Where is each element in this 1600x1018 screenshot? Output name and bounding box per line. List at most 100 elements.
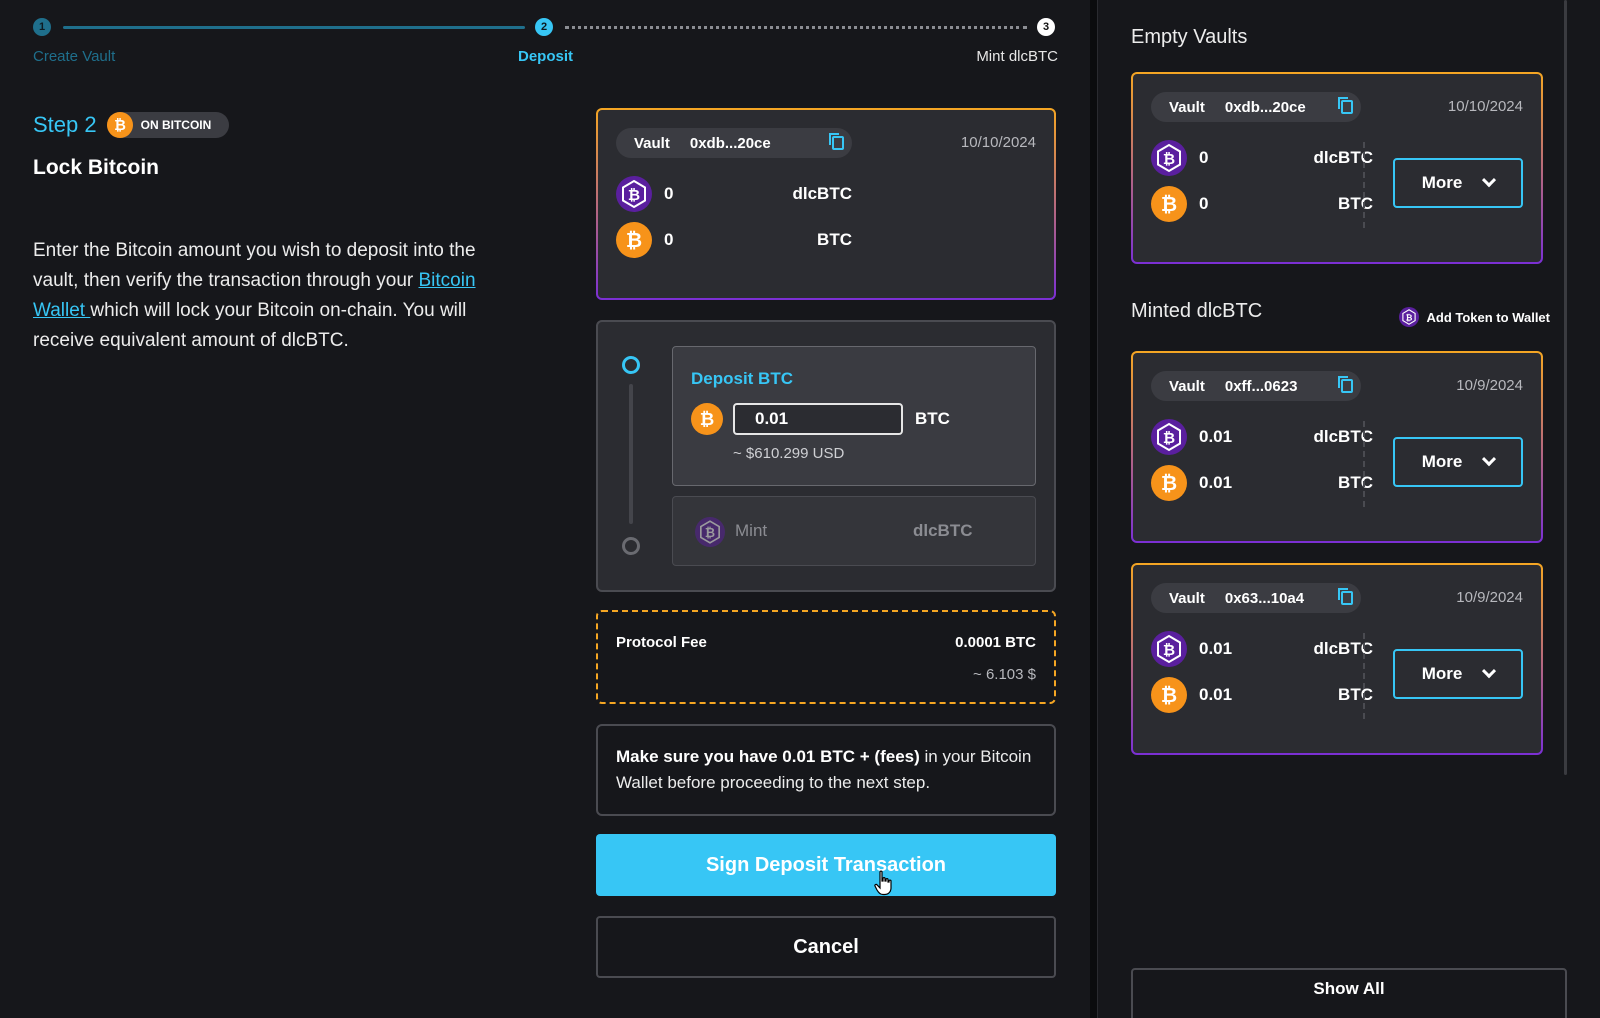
more-button[interactable]: More xyxy=(1393,158,1523,208)
step-header: Step 2 ₿ ON BITCOIN xyxy=(33,112,230,138)
vault-card: Vault 0xff...0623 10/9/2024 ₿ 0.01 dlcBT… xyxy=(1131,351,1543,543)
dlcbtc-amount-row: ₿ 0 dlcBTC xyxy=(616,176,852,212)
step-3-dot: 3 xyxy=(1037,18,1055,36)
dlcbtc-unit: dlcBTC xyxy=(1313,427,1374,446)
deposit-step-indicator-active xyxy=(622,356,640,374)
chevron-down-icon xyxy=(1482,664,1497,679)
hand-cursor-icon xyxy=(874,870,892,896)
dlcbtc-coin-icon: ₿ xyxy=(1151,631,1187,667)
dlcbtc-coin-icon: ₿ xyxy=(1398,307,1419,327)
vault-id-pill: Vault 0x63...10a4 xyxy=(1151,583,1361,613)
step-number-label: Step 2 xyxy=(33,112,97,137)
deposit-title: Deposit BTC xyxy=(691,369,793,388)
add-token-button[interactable]: ₿ Add Token to Wallet xyxy=(1398,307,1551,327)
dlcbtc-coin-icon: ₿ xyxy=(1151,140,1187,176)
notice-emphasis: Make sure you have 0.01 BTC + (fees) xyxy=(616,747,920,766)
fee-value: 0.0001 BTC xyxy=(955,634,1036,651)
btc-amount-row: ₿ 0.01 BTC xyxy=(1151,465,1373,501)
show-all-button[interactable]: Show All xyxy=(1131,968,1567,1018)
btc-unit: BTC xyxy=(817,230,852,249)
more-button[interactable]: More xyxy=(1393,437,1523,487)
dlcbtc-amount: 0.01 xyxy=(1199,639,1233,658)
sidebar-scrollbar[interactable] xyxy=(1564,0,1567,775)
fee-label: Protocol Fee xyxy=(616,634,707,651)
cancel-button[interactable]: Cancel xyxy=(596,916,1056,978)
stepper-line-pending xyxy=(565,26,1027,29)
mint-unit: dlcBTC xyxy=(913,521,973,540)
svg-text:₿: ₿ xyxy=(1405,312,1412,322)
more-button[interactable]: More xyxy=(1393,649,1523,699)
btc-unit: BTC xyxy=(1338,473,1373,492)
more-label: More xyxy=(1421,664,1463,683)
mint-label: Mint xyxy=(735,521,768,540)
dlcbtc-amount: 0.01 xyxy=(1199,427,1233,446)
vault-id-pill: Vault 0xdb...20ce xyxy=(1151,92,1361,122)
dlcbtc-unit: dlcBTC xyxy=(1313,639,1374,658)
deposit-unit: BTC xyxy=(915,409,950,428)
dlcbtc-coin-icon: ₿ xyxy=(695,517,725,547)
vault-date: 10/10/2024 xyxy=(960,134,1036,151)
step-1-label: Create Vault xyxy=(33,48,116,65)
svg-text:₿: ₿ xyxy=(1163,151,1175,168)
protocol-fee-box: Protocol Fee 0.0001 BTC ~ 6.103 $ xyxy=(596,610,1056,704)
balance-notice: Make sure you have 0.01 BTC + (fees) in … xyxy=(596,724,1056,816)
dlcbtc-amount-row: ₿ 0.01 dlcBTC xyxy=(1151,631,1373,667)
btc-coin-icon: ₿ xyxy=(1151,186,1187,222)
minted-title: Minted dlcBTC xyxy=(1131,300,1263,322)
deposit-panel: 1 2 3 Create Vault Deposit Mint dlcBTC S… xyxy=(0,0,1090,1018)
copy-icon[interactable] xyxy=(1338,588,1353,605)
svg-text:₿: ₿ xyxy=(114,118,126,134)
fee-usd-value: ~ 6.103 $ xyxy=(973,666,1036,683)
sign-deposit-button[interactable]: Sign Deposit Transaction xyxy=(596,834,1056,896)
step-1-dot: 1 xyxy=(33,18,51,36)
btc-amount: 0.01 xyxy=(1199,473,1233,492)
vault-date: 10/9/2024 xyxy=(1456,589,1523,606)
current-vault-card: Vault 0xdb...20ce 10/10/2024 ₿ 0 dlcBTC … xyxy=(596,108,1056,300)
vault-label: Vault xyxy=(1169,98,1205,116)
copy-icon[interactable] xyxy=(1338,97,1353,114)
copy-icon[interactable] xyxy=(1338,376,1353,393)
step-description: Enter the Bitcoin amount you wish to dep… xyxy=(33,236,503,356)
vault-id: 0x63...10a4 xyxy=(1224,589,1305,607)
empty-vaults-title: Empty Vaults xyxy=(1131,26,1248,48)
vault-id-pill: Vault 0xdb...20ce xyxy=(616,128,852,158)
add-token-label: Add Token to Wallet xyxy=(1426,309,1551,325)
btc-coin-icon: ₿ xyxy=(106,112,133,138)
btc-coin-icon: ₿ xyxy=(1151,465,1187,501)
more-label: More xyxy=(1421,173,1463,192)
copy-icon[interactable] xyxy=(829,133,844,150)
deposit-btc-panel: Deposit BTC ₿ BTC ~ $610.299 USD xyxy=(672,346,1036,486)
dlcbtc-amount-row: ₿ 0.01 dlcBTC xyxy=(1151,419,1373,455)
vault-date: 10/10/2024 xyxy=(1447,98,1523,115)
description-text-start: Enter the Bitcoin amount you wish to dep… xyxy=(33,240,476,291)
btc-amount-row: ₿ 0 BTC xyxy=(1151,186,1373,222)
vault-id: 0xff...0623 xyxy=(1224,377,1298,395)
deposit-step-connector xyxy=(629,384,633,524)
description-text-end: which will lock your Bitcoin on-chain. Y… xyxy=(33,300,467,351)
vault-date: 10/9/2024 xyxy=(1456,377,1523,394)
deposit-steps-box: Deposit BTC ₿ BTC ~ $610.299 USD ₿ Mint … xyxy=(596,320,1056,592)
card-divider xyxy=(1363,633,1365,719)
btc-amount: 0 xyxy=(1199,194,1209,213)
deposit-amount-input[interactable] xyxy=(733,403,903,435)
card-divider xyxy=(1363,142,1365,228)
dlcbtc-coin-icon: ₿ xyxy=(1151,419,1187,455)
vault-label: Vault xyxy=(634,134,670,152)
btc-amount: 0 xyxy=(664,230,674,249)
svg-text:₿: ₿ xyxy=(705,526,715,540)
btc-coin-icon: ₿ xyxy=(1151,677,1187,713)
network-badge-label: ON BITCOIN xyxy=(140,118,212,132)
more-label: More xyxy=(1421,452,1463,471)
svg-text:₿: ₿ xyxy=(626,230,642,252)
btc-amount-row: ₿ 0.01 BTC xyxy=(1151,677,1373,713)
svg-text:₿: ₿ xyxy=(1163,642,1175,659)
vault-id: 0xdb...20ce xyxy=(689,134,771,152)
vault-card: Vault 0xdb...20ce 10/10/2024 ₿ 0 dlcBTC … xyxy=(1131,72,1543,264)
svg-text:₿: ₿ xyxy=(1163,430,1175,447)
step-2-dot: 2 xyxy=(535,18,553,36)
mint-panel: ₿ Mint dlcBTC xyxy=(672,496,1036,566)
step-3-label: Mint dlcBTC xyxy=(976,48,1058,65)
card-divider xyxy=(1363,421,1365,507)
progress-stepper: 1 2 3 Create Vault Deposit Mint dlcBTC xyxy=(33,18,1058,68)
svg-text:₿: ₿ xyxy=(700,409,714,429)
